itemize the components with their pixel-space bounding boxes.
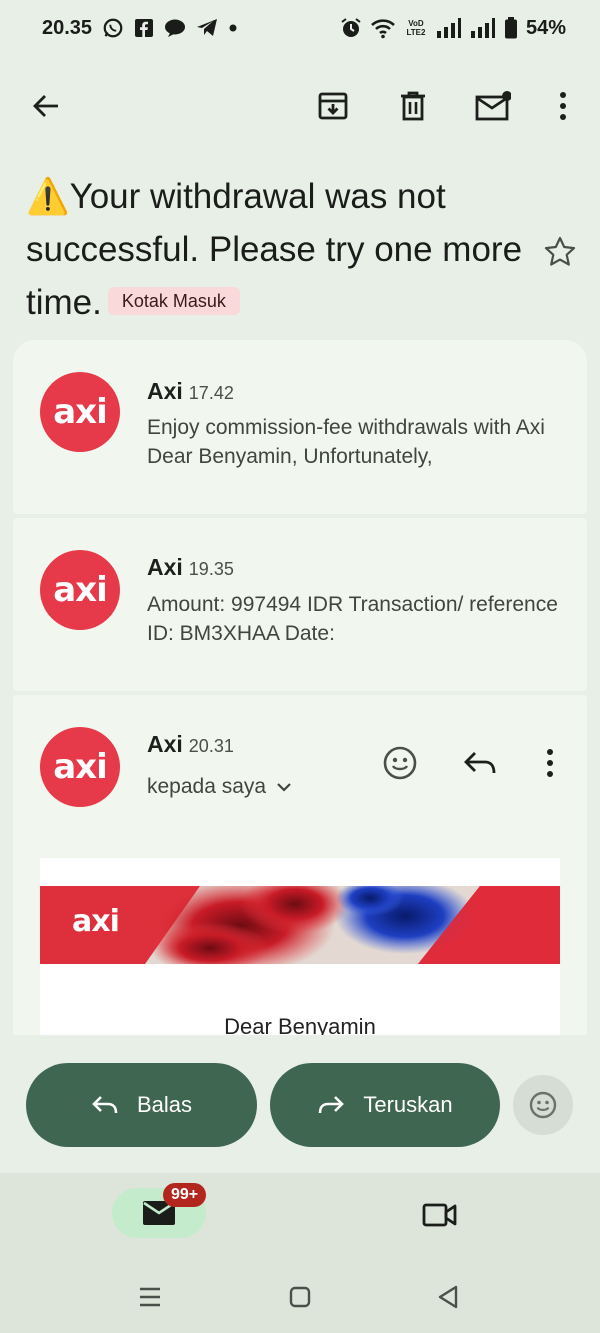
unread-badge: 99+ — [163, 1183, 207, 1207]
star-outline-icon — [544, 236, 576, 266]
whatsapp-icon — [102, 17, 124, 39]
telegram-icon — [196, 18, 218, 38]
email-subject: ⚠️Your withdrawal was not successful. Pl… — [26, 170, 526, 329]
sender-avatar[interactable]: axi — [40, 550, 120, 630]
message-card[interactable]: axi Axi 19.35 Amount: 997494 IDR Transact… — [13, 518, 587, 691]
wifi-icon — [370, 17, 396, 39]
archive-button[interactable] — [313, 86, 353, 126]
sender-avatar[interactable]: axi — [40, 372, 120, 452]
chevron-down-icon — [277, 783, 291, 792]
banner-logo: axi — [72, 904, 120, 939]
sender-name: Axi — [147, 378, 183, 404]
alarm-icon — [340, 17, 362, 39]
sender-name: Axi — [147, 731, 183, 757]
sender-avatar[interactable]: axi — [40, 727, 120, 807]
signal-icon — [436, 17, 462, 39]
forward-label: Teruskan — [363, 1092, 453, 1117]
delete-button[interactable] — [393, 86, 433, 126]
sender-name: Axi — [147, 554, 183, 580]
message-snippet: Enjoy commission-fee withdrawals with Ax… — [147, 416, 545, 468]
nav-meet-tab[interactable] — [418, 1193, 462, 1237]
battery-percent: 54% — [525, 16, 566, 39]
home-square-icon — [289, 1286, 311, 1308]
message-snippet: Amount: 997494 IDR Transaction/ referenc… — [147, 593, 558, 645]
message-time: 20.31 — [188, 736, 234, 756]
menu-icon — [140, 1287, 160, 1307]
network-badge: VoD LTE2 — [406, 19, 426, 37]
mark-unread-icon — [475, 91, 511, 121]
back-button[interactable] — [26, 86, 66, 126]
emoji-icon — [529, 1091, 557, 1119]
emoji-react-button[interactable] — [513, 1075, 573, 1135]
reply-label: Balas — [136, 1092, 193, 1117]
label-chip[interactable]: Kotak Masuk — [107, 286, 240, 315]
back-arrow-icon — [33, 95, 58, 117]
facebook-icon — [134, 18, 154, 38]
reply-icon — [464, 752, 496, 774]
system-back-button[interactable] — [428, 1277, 468, 1317]
archive-icon — [318, 92, 348, 120]
back-triangle-icon — [438, 1285, 458, 1309]
delete-icon — [401, 91, 425, 121]
email-greeting: Dear Benyamin — [224, 1014, 376, 1035]
message-time: 19.35 — [188, 559, 234, 579]
reply-actions: Balas Teruskan — [0, 1063, 600, 1147]
chat-icon — [164, 18, 186, 38]
add-reaction-button[interactable] — [378, 741, 422, 785]
mark-unread-button[interactable] — [473, 86, 513, 126]
message-more-button[interactable] — [528, 741, 572, 785]
email-body: axi Dear Benyamin — [40, 858, 560, 1035]
more-options-button[interactable] — [543, 86, 583, 126]
more-vert-icon — [547, 749, 553, 777]
battery-icon — [504, 17, 518, 39]
sender-line: Axi 17.42 — [147, 378, 234, 405]
message-card[interactable]: axi Axi 17.42 Enjoy commission-fee withdr… — [13, 340, 587, 514]
recipient-text: kepada saya — [147, 775, 267, 798]
email-banner: axi — [40, 886, 560, 964]
forward-pill-button[interactable]: Teruskan — [270, 1063, 500, 1147]
status-bar: 20.35 VoD LTE2 54% — [0, 0, 600, 56]
sender-line: Axi 19.35 — [147, 554, 234, 581]
message-toolbar — [0, 76, 600, 136]
recipient-toggle[interactable]: kepada saya — [147, 775, 292, 799]
reply-button[interactable] — [458, 741, 502, 785]
system-navigation — [0, 1255, 600, 1333]
reply-icon — [92, 1096, 118, 1114]
video-camera-icon — [422, 1203, 457, 1227]
message-time: 17.42 — [188, 383, 234, 403]
home-button[interactable] — [280, 1277, 320, 1317]
star-button[interactable] — [540, 232, 580, 272]
bottom-navigation: 99+ — [0, 1173, 600, 1255]
signal-icon — [470, 17, 496, 39]
recents-button[interactable] — [130, 1277, 170, 1317]
emoji-icon — [383, 746, 417, 780]
reply-pill-button[interactable]: Balas — [26, 1063, 257, 1147]
forward-icon — [319, 1096, 345, 1114]
dot-icon — [228, 23, 238, 33]
more-vert-icon — [560, 92, 566, 120]
sender-line: Axi 20.31 — [147, 731, 234, 758]
expanded-message: axi Axi 20.31 kepada saya axi Dear Benya… — [13, 695, 587, 1035]
subject-text: ⚠️Your withdrawal was not successful. Pl… — [26, 177, 523, 322]
status-time: 20.35 — [42, 16, 93, 39]
